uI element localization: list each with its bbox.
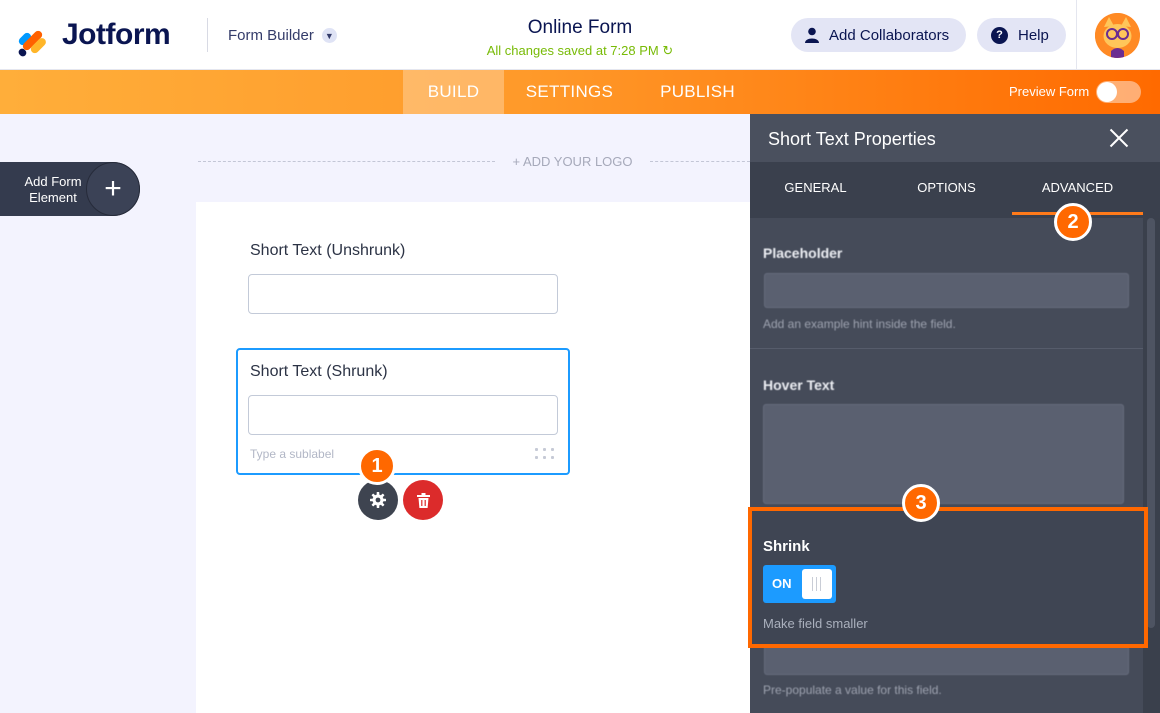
sublabel-placeholder[interactable]: Type a sublabel (250, 447, 334, 461)
placeholder-input[interactable] (764, 273, 1129, 308)
add-collaborators-label: Add Collaborators (829, 26, 950, 44)
gear-icon (370, 492, 386, 508)
avatar-image (1095, 13, 1140, 58)
short-text-input-unshrunk[interactable] (248, 274, 558, 314)
refresh-icon: ↻ (662, 43, 674, 58)
shrink-toggle-state: ON (772, 576, 792, 591)
help-label: Help (1018, 26, 1049, 44)
logo-dashed-line-left (198, 161, 495, 162)
hover-text-label: Hover Text (763, 377, 835, 393)
trash-icon (416, 492, 430, 508)
placeholder-label: Placeholder (763, 245, 843, 261)
default-value-help: Pre-populate a value for this field. (763, 683, 942, 697)
placeholder-help: Add an example hint inside the field. (763, 317, 956, 331)
tab-publish[interactable]: PUBLISH (650, 70, 745, 114)
save-status-text: All changes saved at 7:28 PM (486, 43, 659, 58)
section-divider (750, 348, 1143, 349)
help-button[interactable]: ? Help (977, 18, 1066, 52)
help-icon: ? (991, 26, 1008, 44)
avatar[interactable] (1095, 13, 1140, 58)
shrink-toggle[interactable]: ON (763, 565, 836, 603)
annotation-badge-2: 2 (1054, 203, 1092, 241)
builder-navbar: BUILD SETTINGS PUBLISH Preview Form (0, 70, 1160, 114)
add-form-element-label: Add Form Element (24, 174, 82, 205)
tab-options[interactable]: OPTIONS (881, 180, 1012, 195)
field-properties-button[interactable] (358, 480, 398, 520)
add-form-element-button[interactable]: Add Form Element + (0, 162, 140, 216)
shrink-help: Make field smaller (763, 616, 868, 631)
annotation-badge-3: 3 (902, 484, 940, 522)
annotation-badge-1: 1 (358, 447, 396, 485)
add-collaborators-button[interactable]: Add Collaborators (791, 18, 967, 52)
short-text-input-shrunk[interactable] (248, 395, 558, 435)
preview-toggle-knob (1097, 82, 1117, 102)
add-your-logo-button[interactable]: + ADD YOUR LOGO (505, 154, 640, 169)
tab-settings[interactable]: SETTINGS (516, 70, 623, 114)
preview-form-toggle[interactable] (1096, 81, 1141, 103)
close-icon[interactable] (1108, 127, 1130, 149)
user-icon (805, 27, 819, 43)
shrink-label: Shrink (763, 538, 810, 555)
tab-advanced[interactable]: ADVANCED (1012, 180, 1143, 195)
hover-text-textarea[interactable] (763, 404, 1124, 504)
header-divider-right (1076, 0, 1077, 70)
shrink-toggle-handle (802, 569, 832, 599)
logo-dashed-line-right (650, 161, 750, 162)
tab-general[interactable]: GENERAL (750, 180, 881, 195)
default-value-input[interactable] (764, 645, 1129, 675)
preview-form-label: Preview Form (1009, 84, 1090, 99)
field-label-shrunk[interactable]: Short Text (Shrunk) (250, 363, 388, 381)
delete-field-button[interactable] (403, 480, 443, 520)
properties-panel-title: Short Text Properties (768, 129, 936, 149)
tab-build[interactable]: BUILD (403, 70, 504, 114)
field-label-unshrunk[interactable]: Short Text (Unshrunk) (250, 242, 405, 260)
scrollbar-thumb[interactable] (1147, 218, 1155, 628)
plus-icon: + (86, 162, 140, 216)
drag-handle-icon[interactable] (535, 448, 555, 460)
